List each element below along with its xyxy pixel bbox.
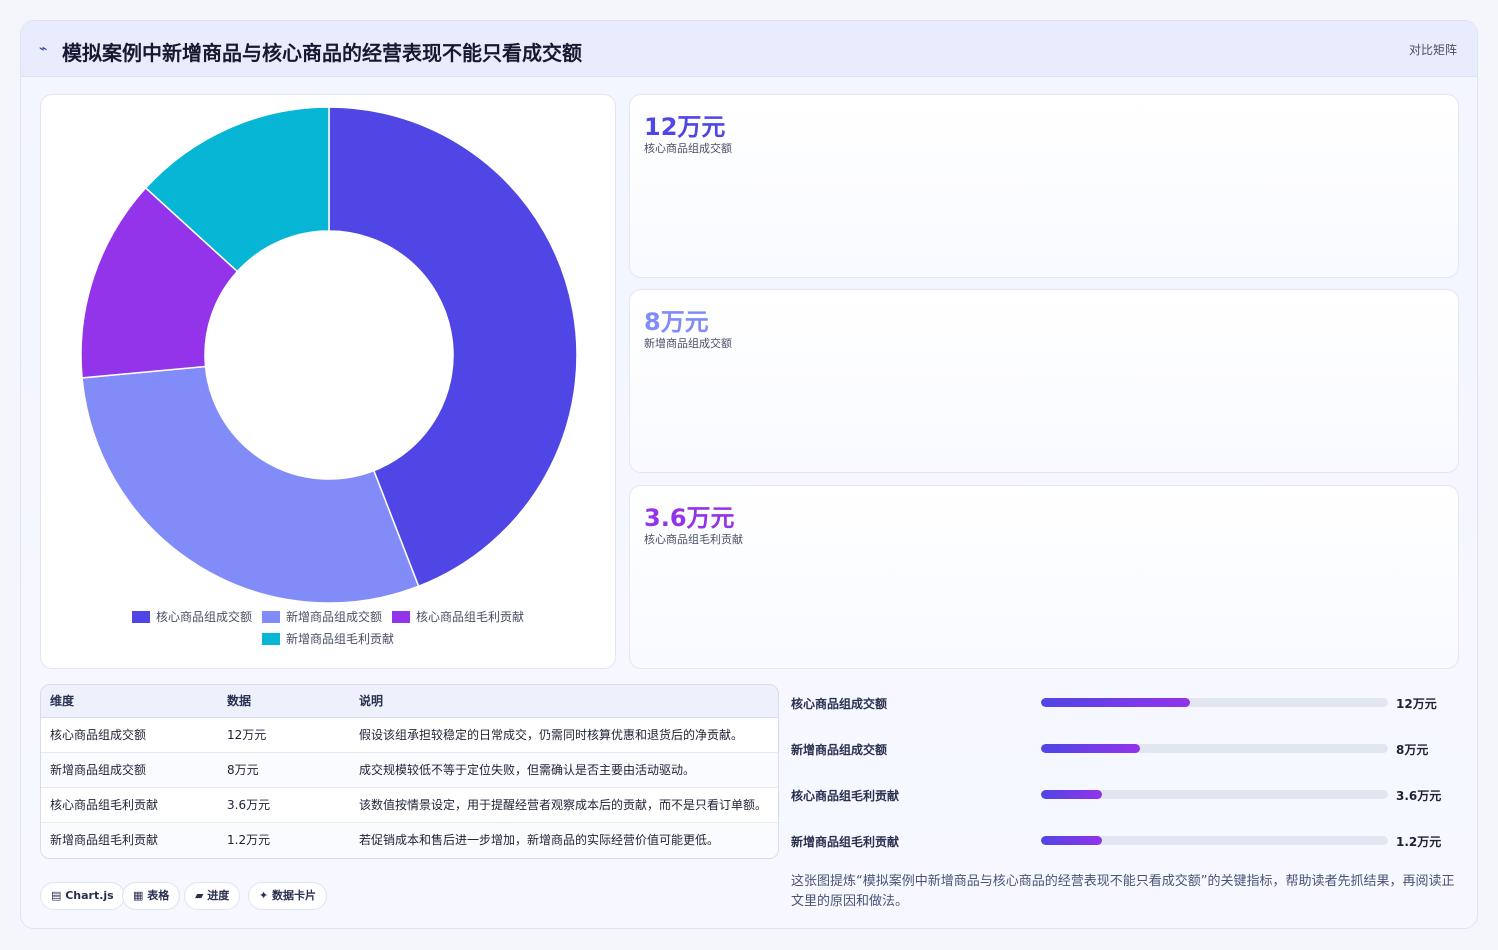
legend-swatch	[262, 633, 280, 645]
table-row: 核心商品组毛利贡献 3.6万元 该数值按情景设定，用于提醒经营者观察成本后的贡献…	[41, 788, 778, 823]
kpi-label: 核心商品组毛利贡献	[644, 533, 743, 546]
kpi-label: 核心商品组成交额	[644, 142, 732, 155]
progress-fill	[1041, 836, 1102, 845]
progress-label: 新增商品组毛利贡献	[791, 835, 900, 849]
report-card: ⌁ 模拟案例中新增商品与核心商品的经营表现不能只看成交额 对比矩阵 核心商品组成…	[20, 20, 1478, 929]
kpi-card: 3.6万元 核心商品组毛利贡献	[629, 485, 1459, 669]
progress-fill	[1041, 744, 1140, 753]
progress-row: 核心商品组毛利贡献 3.6万元	[791, 784, 1451, 804]
kpi-value: 12万元	[644, 113, 726, 141]
progress-label: 核心商品组成交额	[791, 697, 888, 711]
progress-value: 3.6万元	[1396, 789, 1442, 803]
chart-note: 这张图提炼“模拟案例中新增商品与核心商品的经营表现不能只看成交额”的关键指标，帮…	[791, 874, 1455, 909]
tag-data-card[interactable]: ✦ 数据卡片	[248, 882, 328, 910]
table-cell: 新增商品组毛利贡献	[50, 833, 159, 847]
kpi-value: 8万元	[644, 308, 709, 336]
table-cell: 核心商品组成交额	[50, 728, 147, 742]
legend-label: 核心商品组毛利贡献	[416, 610, 525, 624]
progress-value: 8万元	[1396, 743, 1429, 757]
table-cell: 成交规模较低不等于定位失败，但需确认是否主要由活动驱动。	[359, 763, 696, 777]
column-header: 说明	[359, 694, 384, 708]
tag-table[interactable]: ▦ 表格	[122, 882, 181, 910]
table-cell: 1.2万元	[227, 833, 271, 847]
progress-track	[1041, 790, 1388, 799]
progress-track	[1041, 836, 1388, 845]
table-cell: 假设该组承担较稳定的日常成交，仍需同时核算优惠和退货后的净贡献。	[359, 728, 744, 742]
progress-track	[1041, 744, 1388, 753]
table-cell: 8万元	[227, 763, 259, 777]
kpi-card: 8万元 新增商品组成交额	[629, 289, 1459, 473]
kpi-value: 3.6万元	[644, 504, 735, 532]
table-cell: 3.6万元	[227, 798, 271, 812]
table-row: 新增商品组毛利贡献 1.2万元 若促销成本和售后进一步增加，新增商品的实际经营价…	[41, 823, 778, 858]
legend-label: 核心商品组成交额	[156, 610, 253, 624]
progress-row: 核心商品组成交额 12万元	[791, 692, 1451, 712]
progress-label: 核心商品组毛利贡献	[791, 789, 900, 803]
progress-value: 12万元	[1396, 697, 1437, 711]
table-cell: 若促销成本和售后进一步增加，新增商品的实际经营价值可能更低。	[359, 833, 720, 847]
donut-chart	[80, 106, 578, 604]
table-cell: 新增商品组成交额	[50, 763, 147, 777]
table-header: 维度 数据 说明	[41, 685, 778, 718]
donut-slice[interactable]	[81, 365, 420, 604]
view-mode-label: 对比矩阵	[1408, 43, 1457, 57]
kpi-card: 12万元 核心商品组成交额	[629, 94, 1459, 278]
card-header: ⌁ 模拟案例中新增商品与核心商品的经营表现不能只看成交额 对比矩阵	[21, 21, 1477, 77]
table-row: 新增商品组成交额 8万元 成交规模较低不等于定位失败，但需确认是否主要由活动驱动…	[41, 753, 778, 788]
legend-swatch	[132, 611, 150, 623]
kpi-label: 新增商品组成交额	[644, 337, 732, 350]
tag-progress[interactable]: ▰ 进度	[184, 882, 241, 910]
chart-line-icon: ⌁	[39, 41, 48, 57]
legend-swatch	[262, 611, 280, 623]
progress-row: 新增商品组成交额 8万元	[791, 738, 1451, 758]
donut-chart-panel: 核心商品组成交额 新增商品组成交额 核心商品组毛利贡献 新增商品组毛利贡献	[40, 94, 616, 669]
page-title: 模拟案例中新增商品与核心商品的经营表现不能只看成交额	[62, 41, 582, 65]
legend-swatch	[392, 611, 410, 623]
table-cell: 12万元	[227, 728, 267, 742]
progress-fill	[1041, 790, 1102, 799]
progress-row: 新增商品组毛利贡献 1.2万元	[791, 830, 1451, 850]
table-cell: 核心商品组毛利贡献	[50, 798, 159, 812]
progress-label: 新增商品组成交额	[791, 743, 888, 757]
column-header: 维度	[50, 694, 75, 708]
table-row: 核心商品组成交额 12万元 假设该组承担较稳定的日常成交，仍需同时核算优惠和退货…	[41, 718, 778, 753]
column-header: 数据	[227, 694, 252, 708]
data-table: 维度 数据 说明 核心商品组成交额 12万元 假设该组承担较稳定的日常成交，仍需…	[40, 684, 779, 859]
table-cell: 该数值按情景设定，用于提醒经营者观察成本后的贡献，而不是只看订单额。	[359, 798, 768, 812]
progress-track	[1041, 698, 1388, 707]
legend-label: 新增商品组成交额	[286, 610, 383, 624]
tag-chartjs[interactable]: ▤ Chart.js	[40, 882, 125, 910]
legend-label: 新增商品组毛利贡献	[286, 632, 395, 646]
progress-value: 1.2万元	[1396, 835, 1442, 849]
progress-fill	[1041, 698, 1191, 707]
